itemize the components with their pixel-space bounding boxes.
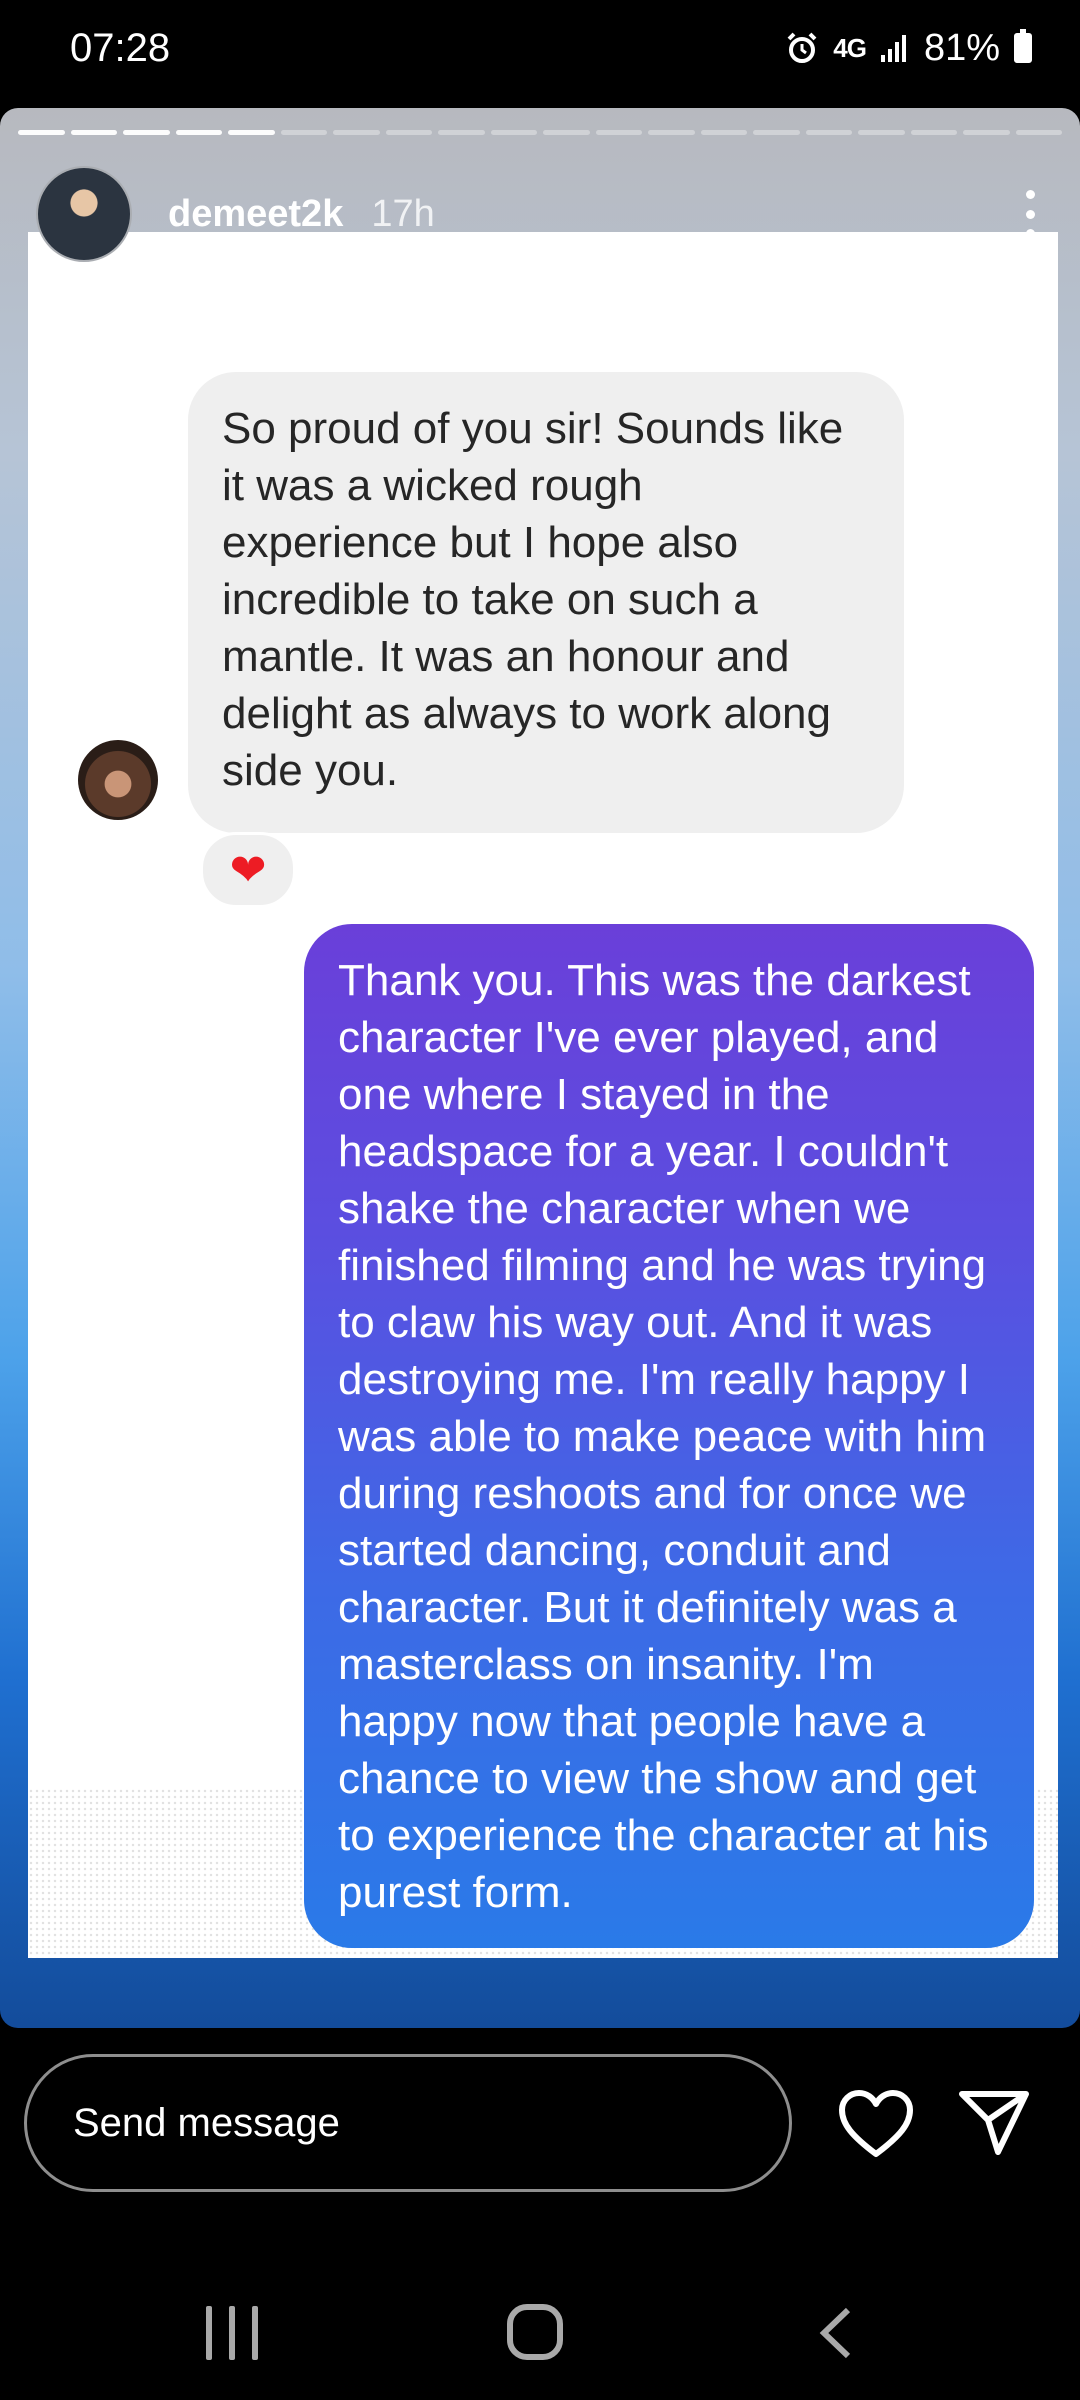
back-icon[interactable] bbox=[816, 2306, 856, 2360]
screen: 07:28 4G 81% demeet2k 17h So proud of yo… bbox=[0, 0, 1080, 2400]
story-progress-segment bbox=[385, 130, 432, 135]
heart-reaction-icon: ❤ bbox=[200, 832, 296, 908]
recents-icon[interactable] bbox=[206, 2306, 258, 2360]
outgoing-message-bubble: Thank you. This was the darkest characte… bbox=[304, 924, 1034, 1948]
story-header: demeet2k 17h bbox=[36, 164, 1050, 264]
story-progress-segment bbox=[753, 130, 800, 135]
story-progress-segment bbox=[648, 130, 695, 135]
story-progress-segment bbox=[228, 130, 275, 135]
send-message-placeholder: Send message bbox=[73, 2100, 340, 2145]
story-progress-segment bbox=[963, 130, 1010, 135]
signal-icon bbox=[880, 35, 906, 62]
battery-icon bbox=[1014, 29, 1032, 63]
story-progress-segment bbox=[175, 130, 222, 135]
story-progress-segment bbox=[490, 130, 537, 135]
story-progress-segment bbox=[858, 130, 905, 135]
story-progress-segment bbox=[700, 130, 747, 135]
status-bar: 07:28 4G 81% bbox=[0, 0, 1080, 96]
home-icon[interactable] bbox=[507, 2304, 563, 2360]
story-progress-segment bbox=[805, 130, 852, 135]
system-navigation-bar bbox=[0, 2280, 1080, 2380]
more-options-icon[interactable] bbox=[1010, 184, 1050, 244]
alarm-icon bbox=[787, 32, 817, 63]
network-type: 4G bbox=[833, 32, 867, 63]
story-progress-bar bbox=[18, 130, 1062, 136]
story-progress-segment bbox=[543, 130, 590, 135]
story-viewer[interactable]: demeet2k 17h So proud of you sir! Sounds… bbox=[0, 108, 1080, 2028]
like-heart-icon[interactable] bbox=[838, 2090, 914, 2158]
story-progress-segment bbox=[123, 130, 170, 135]
incoming-message-bubble: So proud of you sir! Sounds like it was … bbox=[188, 372, 904, 833]
send-message-input[interactable]: Send message bbox=[24, 2054, 792, 2192]
story-author-avatar[interactable] bbox=[36, 166, 132, 262]
battery-percent: 81% bbox=[923, 26, 1000, 69]
send-direct-icon[interactable] bbox=[958, 2086, 1030, 2158]
chat-screenshot: So proud of you sir! Sounds like it was … bbox=[28, 232, 1058, 1958]
story-progress-segment bbox=[595, 130, 642, 135]
story-progress-segment bbox=[333, 130, 380, 135]
story-progress-segment bbox=[438, 130, 485, 135]
story-progress-segment bbox=[1015, 130, 1062, 135]
status-icons: 4G 81% bbox=[785, 27, 1032, 70]
story-progress-segment bbox=[18, 130, 65, 135]
story-progress-segment bbox=[70, 130, 117, 135]
status-time: 07:28 bbox=[70, 25, 171, 70]
sender-avatar bbox=[78, 740, 158, 820]
story-progress-segment bbox=[280, 130, 327, 135]
story-progress-segment bbox=[910, 130, 957, 135]
story-timestamp: 17h bbox=[371, 192, 435, 235]
story-username[interactable]: demeet2k bbox=[168, 193, 343, 236]
